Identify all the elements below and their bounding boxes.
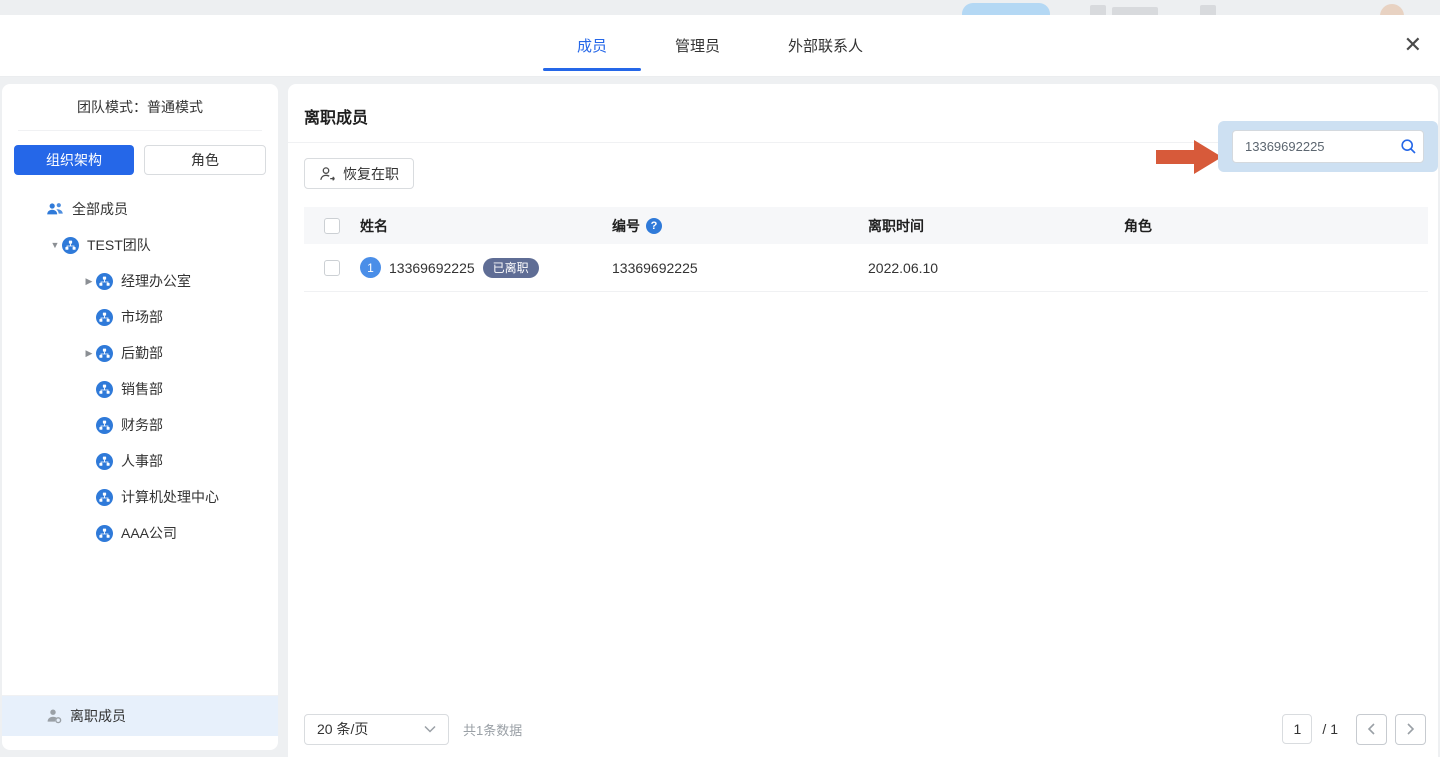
select-all-checkbox[interactable] [324,218,340,234]
annotation-arrow [1156,139,1222,175]
tree-item-team-root[interactable]: ▼ TEST团队 [2,227,278,263]
people-group-icon [46,201,64,217]
departed-members-table: 姓名 编号 ? 离职时间 角色 1 13369692225 已离职 133696… [304,207,1428,292]
col-header-number: 编号 [612,216,640,236]
sidebar: 团队模式：普通模式 组织架构 角色 全部成员 ▼ TEST团队 ▶ 经理办公室 [2,84,278,750]
background-icon [1090,5,1106,15]
page-size-select[interactable]: 20 条/页 [304,714,449,745]
next-page-button[interactable] [1395,714,1426,745]
sidebar-item-departed-members[interactable]: 离职成员 [2,696,278,736]
total-count-label: 共1条数据 [463,720,522,739]
departure-date: 2022.06.10 [868,260,938,276]
tree-item-dept[interactable]: ▶ 后勤部 [2,335,278,371]
col-header-name: 姓名 [360,216,388,236]
tree-item-all-members[interactable]: 全部成员 [2,191,278,227]
tree-item-label: TEST团队 [87,235,151,255]
background-text [1112,7,1158,15]
current-page-box[interactable]: 1 [1282,714,1312,744]
org-node-icon [62,237,79,254]
col-header-role: 角色 [1124,218,1152,234]
row-checkbox[interactable] [324,260,340,276]
table-header-row: 姓名 编号 ? 离职时间 角色 [304,207,1428,244]
tree-item-dept[interactable]: 财务部 [2,407,278,443]
tree-item-label: 人事部 [121,451,163,471]
tree-item-label: AAA公司 [121,523,177,543]
tab-admins-label: 管理员 [675,35,720,56]
help-icon[interactable]: ? [646,218,662,234]
tab-external-contacts-label: 外部联系人 [788,35,863,56]
tree-item-dept[interactable]: 市场部 [2,299,278,335]
table-row[interactable]: 1 13369692225 已离职 13369692225 2022.06.10 [304,244,1428,292]
page-size-value: 20 条/页 [317,719,368,739]
prev-page-button[interactable] [1356,714,1387,745]
org-node-icon [96,453,113,470]
org-tree: 全部成员 ▼ TEST团队 ▶ 经理办公室 市场部 ▶ [2,185,278,551]
toolbar: 恢复在职 [288,143,1438,207]
close-icon[interactable]: ✕ [1404,35,1422,57]
role-button[interactable]: 角色 [144,145,266,175]
org-node-icon [96,381,113,398]
tree-item-dept[interactable]: AAA公司 [2,515,278,551]
team-mode-label: 团队模式：普通模式 [2,84,278,130]
restore-employment-button[interactable]: 恢复在职 [304,158,414,189]
org-structure-button[interactable]: 组织架构 [14,145,134,175]
background-blue-button [962,3,1050,15]
restore-button-label: 恢复在职 [343,164,399,184]
active-tab-underline [543,68,641,71]
org-node-icon [96,345,113,362]
tree-item-label: 计算机处理中心 [121,487,219,507]
tab-members-label: 成员 [577,35,607,56]
tree-item-dept[interactable]: 计算机处理中心 [2,479,278,515]
tree-item-label: 后勤部 [121,343,163,363]
tree-item-label: 市场部 [121,307,163,327]
mode-buttons: 组织架构 角色 [2,131,278,185]
pagination-bar: 20 条/页 共1条数据 1 / 1 [288,701,1438,757]
org-node-icon [96,525,113,542]
restore-person-icon [319,166,336,182]
tree-item-label: 全部成员 [72,199,128,219]
total-pages-label: / 1 [1322,721,1338,737]
modal-header: 成员 管理员 外部联系人 ✕ [0,15,1440,77]
sidebar-bottom: 离职成员 [2,695,278,736]
tree-item-label: 财务部 [121,415,163,435]
caret-right-icon[interactable]: ▶ [82,348,96,359]
chevron-down-icon [424,725,436,733]
status-badge: 已离职 [483,258,539,278]
member-number: 13369692225 [612,260,698,276]
tab-members[interactable]: 成员 [543,15,641,76]
departed-label: 离职成员 [70,706,126,726]
tree-item-dept[interactable]: ▶ 经理办公室 [2,263,278,299]
chevron-right-icon [1406,723,1415,735]
background-page-strip [0,0,1440,15]
background-avatar [1380,4,1404,15]
caret-right-icon[interactable]: ▶ [82,276,96,287]
avatar: 1 [360,257,381,278]
search-box [1232,130,1424,163]
tree-item-dept[interactable]: 销售部 [2,371,278,407]
caret-down-icon[interactable]: ▼ [48,240,62,250]
org-node-icon [96,417,113,434]
background-icon [1200,5,1216,15]
departed-person-icon [46,708,62,724]
main-panel: 离职成员 恢复在职 姓名 编号 [288,84,1438,757]
tree-item-label: 经理办公室 [121,271,191,291]
tab-admins[interactable]: 管理员 [641,15,754,76]
search-highlight-annotation [1218,121,1438,172]
tab-external-contacts[interactable]: 外部联系人 [754,15,897,76]
pager: 1 / 1 [1282,714,1426,745]
org-node-icon [96,489,113,506]
org-node-icon [96,309,113,326]
tab-bar: 成员 管理员 外部联系人 [0,15,1440,76]
member-name: 13369692225 [389,260,475,276]
chevron-left-icon [1367,723,1376,735]
search-icon[interactable] [1393,138,1423,155]
col-header-departure-time: 离职时间 [868,218,924,234]
search-input[interactable] [1233,139,1393,154]
tree-item-label: 销售部 [121,379,163,399]
tree-item-dept[interactable]: 人事部 [2,443,278,479]
org-node-icon [96,273,113,290]
